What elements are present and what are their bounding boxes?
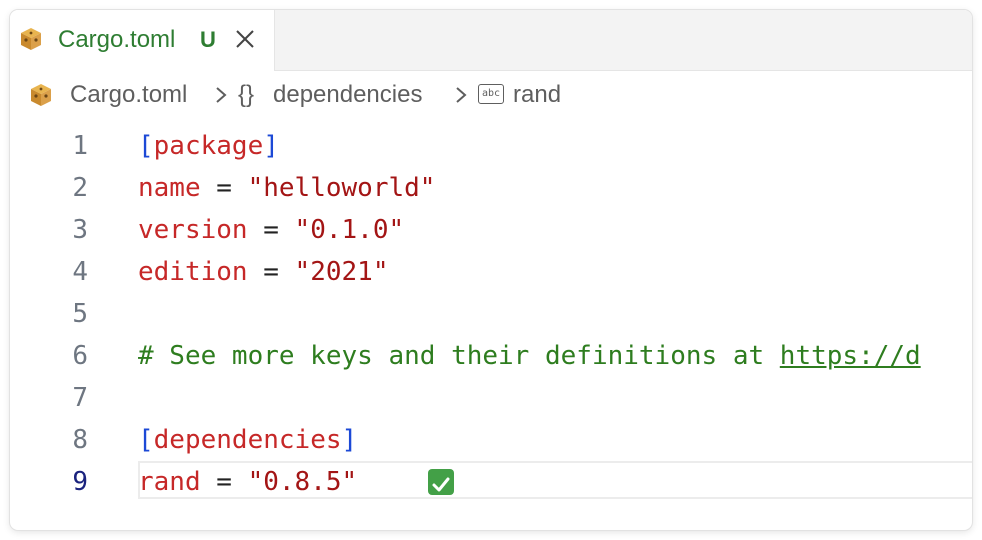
code-line[interactable]: 6 # See more keys and their definitions a… xyxy=(10,335,972,377)
breadcrumb-file[interactable]: Cargo.toml xyxy=(70,81,187,109)
line-number: 4 xyxy=(72,257,88,287)
code-text: name = "helloworld" xyxy=(138,167,435,209)
token-table: package xyxy=(153,131,264,161)
code-text: version = "0.1.0" xyxy=(138,209,404,251)
code-line[interactable]: 4 edition = "2021" xyxy=(10,251,972,293)
token-str: "helloworld" xyxy=(247,173,436,203)
token-bracket: [ xyxy=(138,425,154,455)
token-key: name xyxy=(138,173,201,203)
git-status-badge: U xyxy=(200,27,216,52)
editor-window: Cargo.toml U Cargo.toml {} dependencies … xyxy=(10,10,972,530)
line-number: 1 xyxy=(72,131,88,161)
tab-cargo-toml[interactable]: Cargo.toml U xyxy=(10,10,275,71)
token-comment: # See more keys and their definitions at xyxy=(138,341,780,371)
token-bracket: ] xyxy=(263,131,279,161)
code-line[interactable]: 3 version = "0.1.0" xyxy=(10,209,972,251)
code-editor[interactable]: 1 [package] 2 name = "helloworld" 3 version =… xyxy=(10,120,972,530)
line-number: 8 xyxy=(72,425,88,455)
close-icon[interactable] xyxy=(232,26,258,52)
token-str: "2021" xyxy=(294,257,389,287)
token-op: = xyxy=(247,257,295,287)
code-line[interactable]: 2 name = "helloworld" xyxy=(10,167,972,209)
token-str: "0.8.5" xyxy=(247,467,358,497)
breadcrumb-key[interactable]: rand xyxy=(513,81,561,109)
check-mark-icon xyxy=(428,469,454,495)
breadcrumb-section[interactable]: dependencies xyxy=(273,81,422,109)
code-text: [package] xyxy=(138,125,279,167)
cargo-crate-icon xyxy=(21,28,41,50)
token-key: edition xyxy=(138,257,248,287)
code-text: [dependencies] xyxy=(138,419,357,461)
token-bracket: ] xyxy=(341,425,358,455)
token-table: dependencies xyxy=(153,425,342,455)
token-key: rand xyxy=(138,467,201,497)
token-link[interactable]: https://d xyxy=(780,341,921,371)
code-line[interactable]: 5 xyxy=(10,293,972,335)
code-text: rand = "0.8.5" xyxy=(138,461,357,503)
token-op: = xyxy=(200,173,248,203)
line-number: 9 xyxy=(72,467,88,497)
breadcrumb-section-icon: {} xyxy=(238,81,255,108)
line-number: 5 xyxy=(72,299,88,329)
token-bracket: [ xyxy=(138,131,154,161)
chevron-right-icon xyxy=(456,87,467,103)
code-text: # See more keys and their definitions at… xyxy=(138,335,921,377)
tab-bar: Cargo.toml U xyxy=(10,10,972,71)
chevron-right-icon xyxy=(216,87,227,103)
code-line[interactable]: 1 [package] xyxy=(10,125,972,167)
line-number: 2 xyxy=(72,173,88,203)
token-key: version xyxy=(138,215,248,245)
code-line[interactable]: 9 rand = "0.8.5" xyxy=(10,461,972,503)
breadcrumb: Cargo.toml {} dependencies abc rand xyxy=(10,70,972,120)
code-line[interactable]: 7 xyxy=(10,377,972,419)
code-text: edition = "2021" xyxy=(138,251,388,293)
code-line[interactable]: 8 [dependencies] xyxy=(10,419,972,461)
string-key-icon: abc xyxy=(478,84,504,104)
tab-title: Cargo.toml xyxy=(58,26,176,53)
token-str: "0.1.0" xyxy=(294,215,405,245)
token-op: = xyxy=(247,215,295,245)
line-number: 6 xyxy=(72,341,88,371)
cargo-crate-icon xyxy=(31,84,51,106)
line-number: 7 xyxy=(72,383,88,413)
token-op: = xyxy=(200,467,248,497)
line-number: 3 xyxy=(72,215,88,245)
